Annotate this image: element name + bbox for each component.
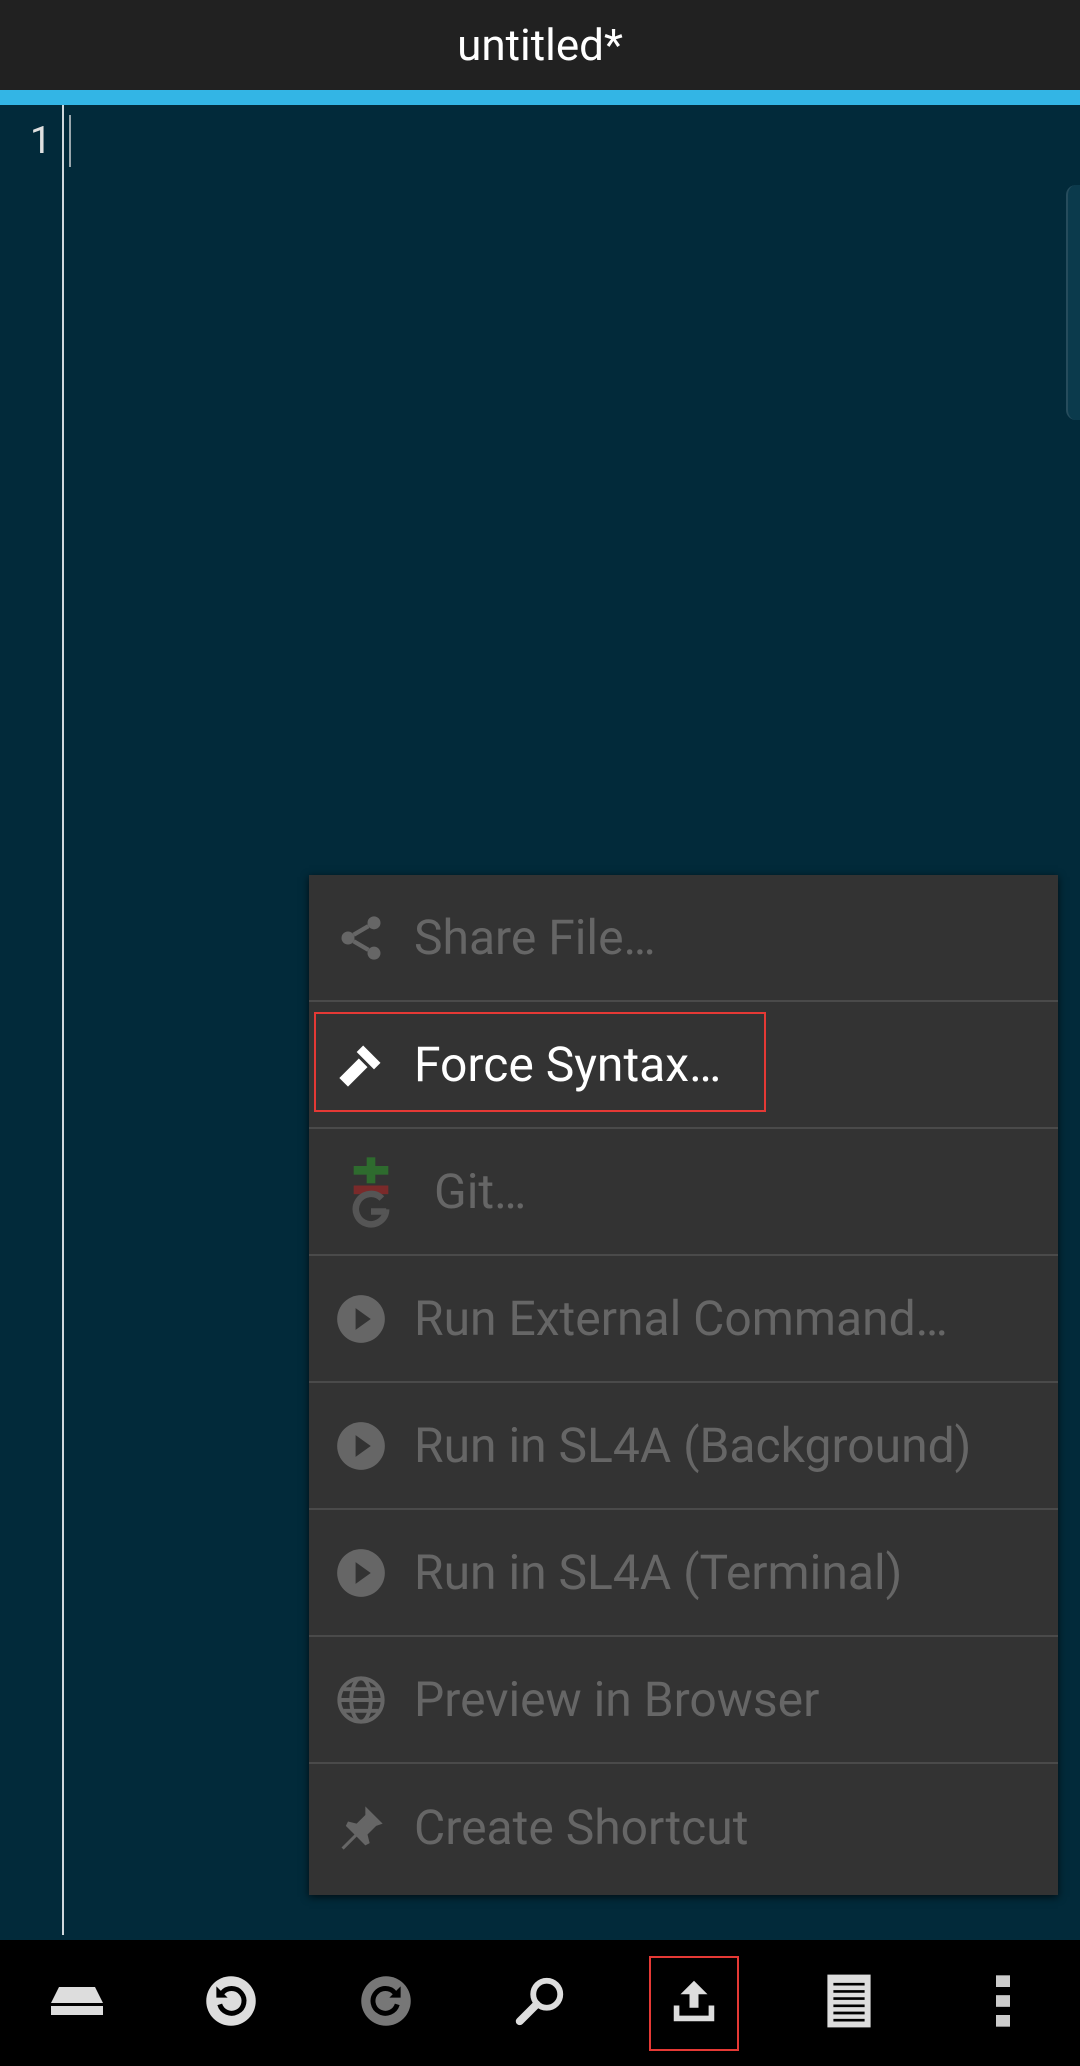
menu-item-git[interactable]: Git… <box>309 1129 1058 1256</box>
redo-button[interactable] <box>341 1956 431 2051</box>
search-button[interactable] <box>495 1956 585 2051</box>
menu-item-label: Git… <box>434 1163 527 1220</box>
bottom-toolbar <box>0 1940 1080 2066</box>
menu-item-label: Run in SL4A (Background) <box>414 1417 972 1474</box>
search-icon <box>513 1974 567 2032</box>
menu-item-label: Share File… <box>414 909 656 966</box>
undo-icon <box>204 1974 258 2032</box>
document-button[interactable] <box>804 1956 894 2051</box>
document-icon <box>825 1972 873 2034</box>
menu-item-label: Preview in Browser <box>414 1671 820 1728</box>
redo-icon <box>359 1974 413 2032</box>
upload-button[interactable] <box>649 1955 740 2051</box>
menu-item-share-file[interactable]: Share File… <box>309 875 1058 1002</box>
more-button[interactable] <box>958 1956 1048 2051</box>
play-icon <box>335 1293 387 1345</box>
drive-button[interactable] <box>32 1956 122 2051</box>
globe-icon <box>335 1674 387 1726</box>
gutter-divider <box>62 105 64 1935</box>
play-icon <box>335 1420 387 1472</box>
accent-bar <box>0 90 1080 105</box>
pin-icon <box>335 1802 387 1854</box>
overflow-menu: Share File… Force Syntax… Git… Run Exter… <box>309 875 1058 1895</box>
upload-icon <box>667 1974 721 2032</box>
title-bar: untitled* <box>0 0 1080 90</box>
undo-button[interactable] <box>186 1956 276 2051</box>
menu-item-preview-in-browser[interactable]: Preview in Browser <box>309 1637 1058 1764</box>
menu-item-create-shortcut[interactable]: Create Shortcut <box>309 1764 1058 1891</box>
hammer-icon <box>335 1039 387 1091</box>
overflow-icon <box>993 1973 1013 2033</box>
line-number: 1 <box>30 119 52 163</box>
drive-icon <box>49 1985 105 2021</box>
text-cursor <box>69 115 71 167</box>
menu-item-force-syntax[interactable]: Force Syntax… <box>309 1002 1058 1129</box>
menu-item-run-external-command[interactable]: Run External Command… <box>309 1256 1058 1383</box>
menu-item-label: Run External Command… <box>414 1290 948 1347</box>
menu-item-label: Run in SL4A (Terminal) <box>414 1544 903 1601</box>
menu-item-run-sl4a-terminal[interactable]: Run in SL4A (Terminal) <box>309 1510 1058 1637</box>
menu-item-label: Force Syntax… <box>414 1036 722 1093</box>
scroll-handle[interactable] <box>1066 185 1080 420</box>
share-icon <box>335 912 387 964</box>
window-title: untitled* <box>457 19 623 71</box>
git-icon <box>345 1156 397 1227</box>
menu-item-run-sl4a-background[interactable]: Run in SL4A (Background) <box>309 1383 1058 1510</box>
menu-item-label: Create Shortcut <box>414 1799 749 1856</box>
play-icon <box>335 1547 387 1599</box>
